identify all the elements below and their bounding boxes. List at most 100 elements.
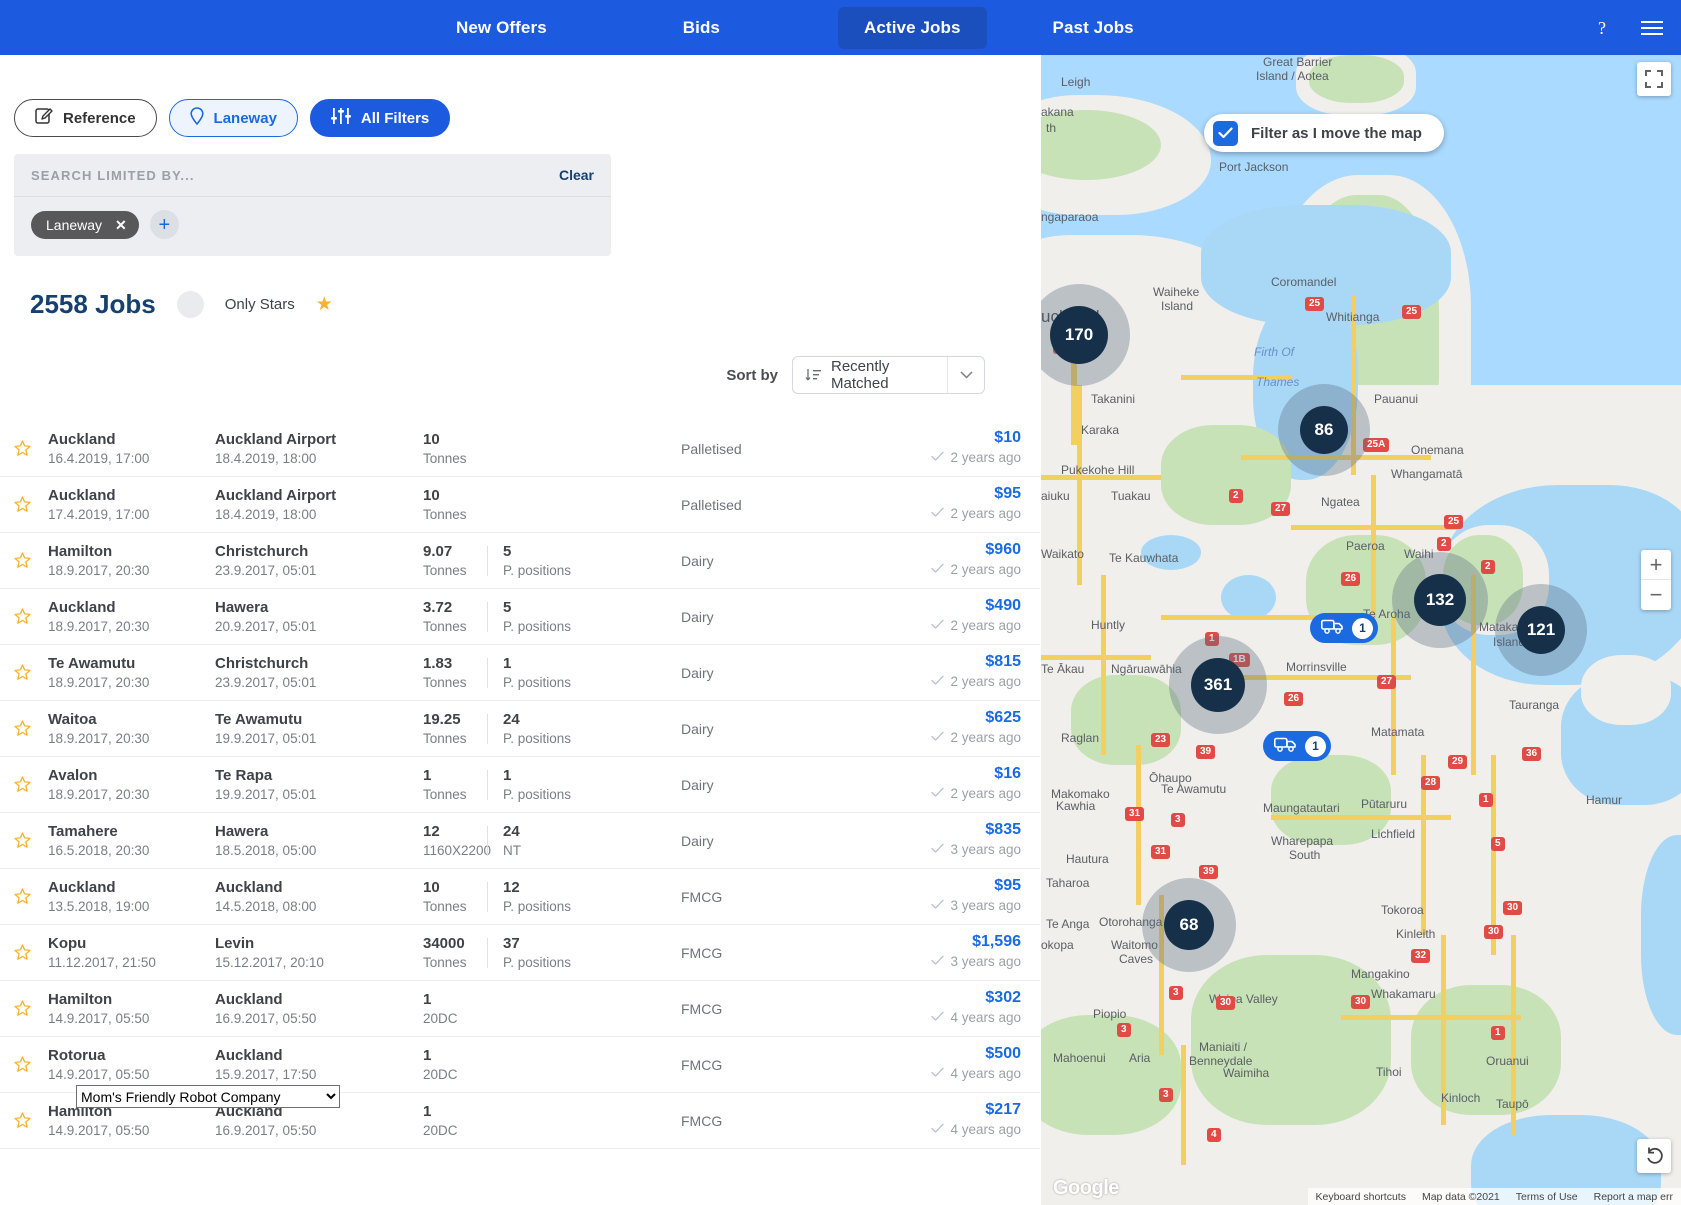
origin-time: 17.4.2019, 17:00 xyxy=(48,506,150,522)
row-quantity-secondary: 5 P. positions xyxy=(503,542,681,580)
row-timestamp: 2 years ago xyxy=(811,560,1021,580)
chevron-down-icon[interactable] xyxy=(948,371,984,379)
row-price-block: $95 2 years ago xyxy=(811,484,1021,524)
map-place-label: Tauranga xyxy=(1509,698,1560,712)
laneway-filter-button[interactable]: Laneway xyxy=(168,99,298,137)
star-icon[interactable] xyxy=(14,1112,48,1129)
row-destination: Auckland Airport 18.4.2019, 18:00 xyxy=(215,486,423,524)
clear-filters-button[interactable]: Clear xyxy=(559,167,594,183)
hamburger-menu-icon[interactable] xyxy=(1641,20,1663,36)
only-stars-toggle[interactable] xyxy=(176,291,204,318)
star-icon[interactable] xyxy=(14,496,48,513)
row-timestamp: 4 years ago xyxy=(811,1120,1021,1140)
star-icon[interactable] xyxy=(14,944,48,961)
sort-select[interactable]: Recently Matched xyxy=(792,356,985,394)
row-price-block: $10 2 years ago xyxy=(811,428,1021,468)
quantity-value: 1 xyxy=(423,990,432,1008)
filter-tag-laneway[interactable]: Laneway ✕ xyxy=(31,210,139,239)
filter-as-i-move-toggle[interactable]: Filter as I move the map xyxy=(1204,114,1444,152)
zoom-out-button[interactable]: − xyxy=(1641,580,1671,610)
tab-past-jobs[interactable]: Past Jobs xyxy=(1027,7,1160,49)
star-icon[interactable] xyxy=(14,1056,48,1073)
quantity2-unit: P. positions xyxy=(503,786,572,802)
tab-new-offers[interactable]: New Offers xyxy=(430,7,573,49)
table-row[interactable]: Hamilton 18.9.2017, 20:30 Christchurch 23.9… xyxy=(0,533,1040,589)
row-ago-label: 2 years ago xyxy=(950,562,1021,577)
row-origin: Te Awamutu 18.9.2017, 20:30 xyxy=(48,654,215,692)
map-panel[interactable]: Great Barrier Island / Aotea Leigh akana th W… xyxy=(1041,55,1681,1205)
row-timestamp: 2 years ago xyxy=(811,504,1021,524)
star-icon[interactable] xyxy=(14,720,48,737)
terms-of-use-link[interactable]: Terms of Use xyxy=(1508,1191,1586,1203)
row-timestamp: 2 years ago xyxy=(811,672,1021,692)
row-destination: Christchurch 23.9.2017, 05:01 xyxy=(215,542,423,580)
table-row[interactable]: Auckland 16.4.2019, 17:00 Auckland Airport… xyxy=(0,421,1040,477)
origin-time: 11.12.2017, 21:50 xyxy=(48,954,156,970)
destination-time: 23.9.2017, 05:01 xyxy=(215,562,317,578)
fullscreen-button[interactable] xyxy=(1637,62,1671,96)
map-place-label: Te Awamutu xyxy=(1161,782,1227,796)
map-truck-marker[interactable]: 1 xyxy=(1310,613,1378,643)
add-filter-button[interactable]: + xyxy=(149,210,179,239)
tab-active-jobs[interactable]: Active Jobs xyxy=(838,6,987,49)
table-row[interactable]: Auckland 13.5.2018, 19:00 Auckland 14.5.201… xyxy=(0,869,1040,925)
route-shield: 27 xyxy=(1271,502,1291,516)
destination-time: 16.9.2017, 05:50 xyxy=(215,1010,317,1026)
row-price: $217 xyxy=(985,1101,1021,1118)
report-map-error-link[interactable]: Report a map err xyxy=(1586,1191,1681,1203)
table-row[interactable]: Waitoa 18.9.2017, 20:30 Te Awamutu 19.9.201… xyxy=(0,701,1040,757)
keyboard-shortcuts-link[interactable]: Keyboard shortcuts xyxy=(1308,1191,1414,1203)
map-place-label: Te Ākau xyxy=(1041,662,1085,676)
map-cluster-marker[interactable]: 68 xyxy=(1164,900,1214,950)
star-icon[interactable] xyxy=(14,664,48,681)
row-quantity-secondary: 1 P. positions xyxy=(503,766,681,804)
star-icon[interactable] xyxy=(14,440,48,457)
sort-value: Recently Matched xyxy=(831,358,890,392)
all-filters-button[interactable]: All Filters xyxy=(309,99,451,137)
origin-name: Auckland xyxy=(48,486,116,504)
row-ago-label: 4 years ago xyxy=(950,1010,1021,1025)
table-row[interactable]: Tamahere 16.5.2018, 20:30 Hawera 18.5.2018,… xyxy=(0,813,1040,869)
table-row[interactable]: Auckland 18.9.2017, 20:30 Hawera 20.9.2017,… xyxy=(0,589,1040,645)
map-cluster-marker[interactable]: 121 xyxy=(1517,606,1565,654)
table-row[interactable]: Avalon 18.9.2017, 20:30 Te Rapa 19.9.2017, … xyxy=(0,757,1040,813)
map-cluster-marker[interactable]: 132 xyxy=(1414,574,1466,626)
route-shield: 2 xyxy=(1437,537,1451,551)
row-timestamp: 2 years ago xyxy=(811,784,1021,804)
row-ago-label: 4 years ago xyxy=(950,1066,1021,1081)
quantity-value: 19.25 xyxy=(423,710,461,728)
map-place-label: aiuku xyxy=(1041,489,1070,503)
star-icon[interactable] xyxy=(14,888,48,905)
table-row[interactable]: Hamilton 14.9.2017, 05:50 Auckland 16.9.201… xyxy=(0,981,1040,1037)
table-row[interactable]: Te Awamutu 18.9.2017, 20:30 Christchurch 23… xyxy=(0,645,1040,701)
close-icon[interactable]: ✕ xyxy=(115,218,127,232)
help-icon[interactable]: ? xyxy=(1595,17,1615,39)
map-place-label: Piopio xyxy=(1093,1007,1127,1021)
table-row[interactable]: Auckland 17.4.2019, 17:00 Auckland Airport… xyxy=(0,477,1040,533)
quantity-unit: 20DC xyxy=(423,1066,458,1082)
zoom-in-button[interactable]: + xyxy=(1641,550,1671,580)
quantity2-unit: P. positions xyxy=(503,898,572,914)
map-cluster-marker[interactable]: 361 xyxy=(1191,658,1245,712)
reference-filter-button[interactable]: Reference xyxy=(14,99,157,137)
map-reset-button[interactable] xyxy=(1637,1139,1671,1173)
star-icon[interactable] xyxy=(14,552,48,569)
truck-count-badge: 1 xyxy=(1305,735,1326,757)
star-icon[interactable] xyxy=(14,608,48,625)
tab-bids[interactable]: Bids xyxy=(657,7,746,49)
star-icon[interactable] xyxy=(14,832,48,849)
quantity-value: 1 xyxy=(423,766,432,784)
map-truck-marker[interactable]: 1 xyxy=(1263,731,1331,761)
row-ago-label: 2 years ago xyxy=(950,506,1021,521)
table-row[interactable]: Kopu 11.12.2017, 21:50 Levin 15.12.2017, 20… xyxy=(0,925,1040,981)
route-shield: 32 xyxy=(1411,949,1431,963)
map-cluster-marker[interactable]: 170 xyxy=(1050,306,1108,364)
star-icon[interactable] xyxy=(14,1000,48,1017)
company-select[interactable]: Mom's Friendly Robot Company xyxy=(76,1085,340,1108)
origin-name: Tamahere xyxy=(48,822,118,840)
map-place-label: Te Kauwhata xyxy=(1109,551,1179,565)
map-cluster-marker[interactable]: 86 xyxy=(1300,406,1348,454)
check-icon xyxy=(931,952,945,972)
route-shield: 30 xyxy=(1216,996,1236,1010)
star-icon[interactable] xyxy=(14,776,48,793)
